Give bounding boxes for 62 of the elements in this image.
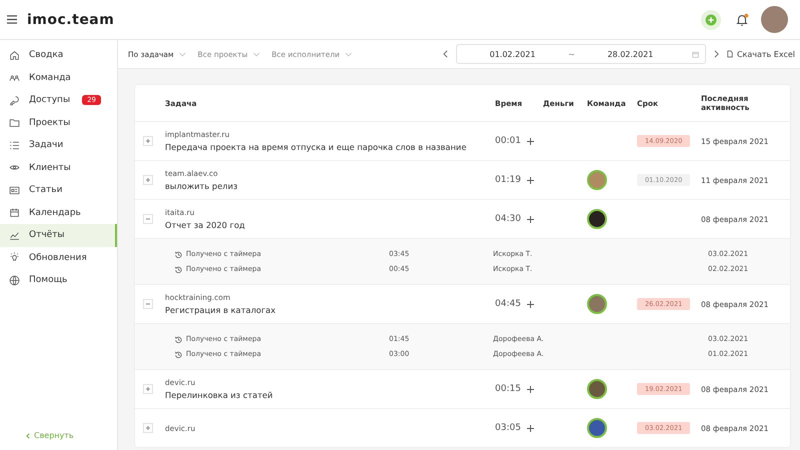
history-icon [175,350,182,358]
plus-icon [144,385,152,393]
nav-icon [9,50,20,61]
nav-icon [9,184,20,196]
export-button[interactable]: Скачать Excel [726,50,795,58]
task-title[interactable]: Передача проекта на время отпуска и еще парочка слов в название [165,142,466,152]
time-value: 04:45 [495,299,521,309]
menu-icon[interactable] [7,15,17,24]
time-value: 01:19 [495,175,521,185]
nav-icon [9,230,20,241]
add-time-icon[interactable] [526,138,534,144]
user-avatar[interactable] [761,6,788,33]
history-icon [175,250,182,258]
plus-icon [144,424,152,432]
history-icon [175,266,182,272]
date-range-field[interactable]: 01.02.2021 ~ 28.02.2021 [456,44,706,64]
sidebar-item[interactable]: Сводка [0,44,117,66]
sidebar-item[interactable]: Задачи [0,134,117,156]
add-time-icon[interactable] [526,216,534,222]
time-value: 04:30 [495,214,521,224]
calendar-icon [692,50,699,58]
sidebar-item[interactable]: Проекты [0,112,117,134]
plus-icon [144,176,152,184]
nav-icon [9,207,20,218]
document-icon [726,50,733,58]
time-value: 00:15 [495,384,521,394]
history-icon [175,336,182,342]
sidebar-item[interactable]: Команда [0,66,117,89]
plus-icon [144,137,152,145]
add-time-icon[interactable] [526,424,534,432]
task-title[interactable]: выложить релиз [165,181,238,191]
expand-toggle[interactable] [143,384,153,394]
nav-icon [9,252,20,264]
nav-icon [9,274,20,286]
sidebar-item[interactable]: Клиенты [0,156,117,179]
chevron-left-icon [26,432,30,438]
task-title[interactable]: Регистрация в каталогах [165,305,276,315]
expand-toggle[interactable] [143,136,153,146]
nav-icon [9,140,20,151]
task-title[interactable]: Отчет за 2020 год [165,220,245,230]
collapse-toggle[interactable] [143,214,153,224]
bell-icon[interactable] [735,12,749,26]
expand-toggle[interactable] [143,423,153,433]
nav-icon [9,94,20,106]
time-value: 03:05 [495,423,521,433]
add-time-icon[interactable] [526,176,534,184]
sidebar-item[interactable]: Статьи [0,179,117,202]
chevron-down-icon [178,52,186,56]
expand-toggle[interactable] [143,175,153,185]
add-time-icon[interactable] [526,386,534,392]
task-title[interactable]: Перелинковка из статей [165,390,273,400]
add-time-icon[interactable] [526,300,534,308]
sidebar-item[interactable]: Календарь [0,202,117,224]
sidebar-item[interactable]: Помощь [0,269,117,292]
collapse-toggle[interactable] [143,299,153,309]
time-value: 00:01 [495,136,521,146]
nav-icon [9,117,20,128]
chevron-down-icon [344,52,352,56]
chevron-down-icon [252,52,260,56]
sidebar-item[interactable]: Отчёты [0,224,117,246]
sidebar-item[interactable]: Обновления [0,246,117,269]
logo[interactable]: imoc.team [27,12,114,28]
